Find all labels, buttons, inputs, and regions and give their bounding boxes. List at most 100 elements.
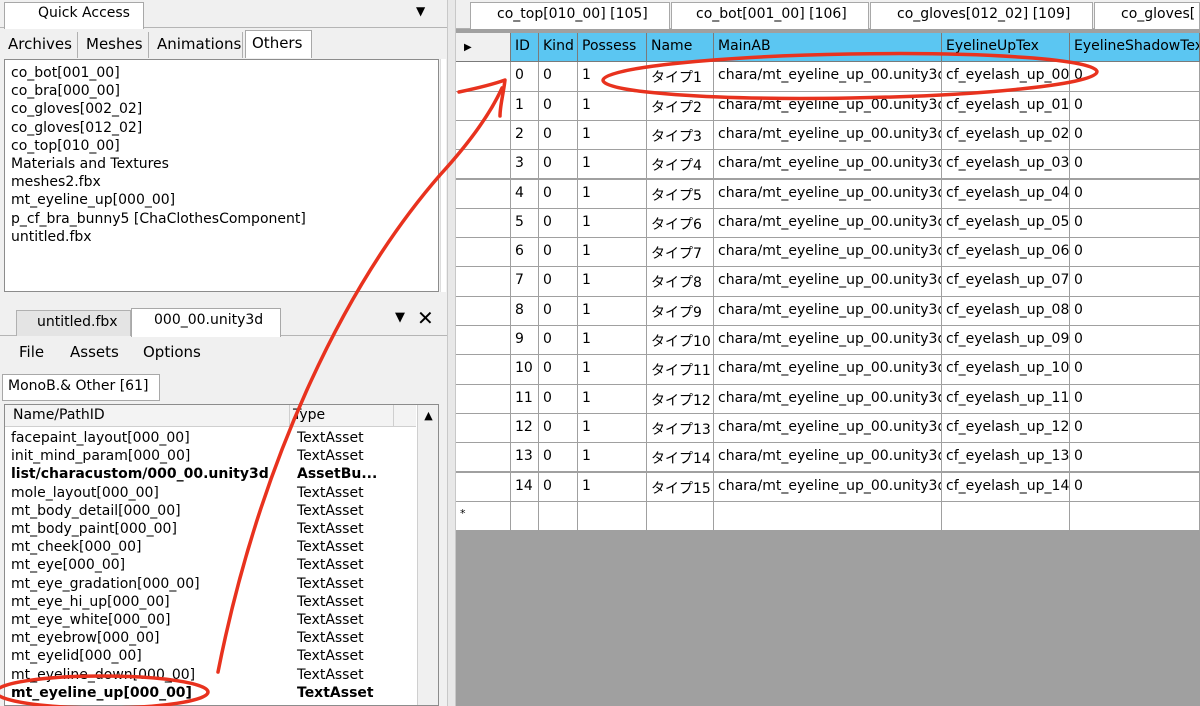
- grid-cell[interactable]: 13: [511, 443, 539, 473]
- quick-access-item[interactable]: Materials and Textures: [11, 155, 438, 173]
- quick-access-item[interactable]: co_top[010_00]: [11, 137, 438, 155]
- grid-row-header[interactable]: [456, 413, 511, 444]
- grid-cell[interactable]: 0: [1070, 91, 1200, 121]
- grid-cell[interactable]: 1: [578, 62, 647, 92]
- column-header-name[interactable]: Name/PathID: [13, 407, 105, 423]
- grid-cell[interactable]: chara/mt_eyeline_up_00.unity3d: [714, 384, 942, 414]
- grid-cell[interactable]: 5: [511, 208, 539, 239]
- grid-cell[interactable]: 12: [511, 413, 539, 444]
- grid-cell[interactable]: 0: [539, 443, 578, 473]
- grid-cell[interactable]: 0: [539, 326, 578, 356]
- grid-cell[interactable]: 1: [578, 384, 647, 414]
- quick-access-scrollbar[interactable]: [440, 59, 446, 292]
- tab-animations[interactable]: Animations: [151, 32, 243, 58]
- grid-cell[interactable]: 0: [539, 384, 578, 414]
- quick-access-item[interactable]: mt_eyeline_up[000_00]: [11, 191, 438, 209]
- grid-column-header[interactable]: ID: [511, 33, 539, 63]
- grid-cell[interactable]: タイプ8: [647, 267, 714, 297]
- grid-row-header[interactable]: [456, 62, 511, 92]
- grid-cell[interactable]: 0: [539, 267, 578, 297]
- tab-meshes[interactable]: Meshes: [80, 32, 149, 58]
- asset-row[interactable]: facepaint_layout[000_00] TextAsset: [5, 429, 416, 447]
- grid-cell[interactable]: 11: [511, 384, 539, 414]
- grid-cell[interactable]: 1: [578, 179, 647, 209]
- quick-access-item[interactable]: co_gloves[002_02]: [11, 100, 438, 118]
- grid-cell[interactable]: chara/mt_eyeline_up_00.unity3d: [714, 179, 942, 209]
- tab-co-gloves-more[interactable]: co_gloves[: [1094, 2, 1200, 29]
- grid-cell[interactable]: 0: [1070, 384, 1200, 414]
- grid-cell[interactable]: cf_eyelash_up_14: [942, 472, 1070, 502]
- grid-cell[interactable]: 1: [578, 472, 647, 502]
- asset-row[interactable]: list/characustom/000_00.unity3d AssetBu..…: [5, 465, 416, 483]
- grid-cell[interactable]: chara/mt_eyeline_up_00.unity3d: [714, 120, 942, 151]
- grid-cell[interactable]: cf_eyelash_up_04: [942, 179, 1070, 209]
- grid-new-row-cell[interactable]: [714, 501, 942, 532]
- grid-cell[interactable]: 9: [511, 326, 539, 356]
- asset-row[interactable]: mt_eye_white[000_00] TextAsset: [5, 611, 416, 629]
- grid-cell[interactable]: 0: [1070, 326, 1200, 356]
- asset-row[interactable]: mt_eye_hi_up[000_00] TextAsset: [5, 593, 416, 611]
- grid-cell[interactable]: cf_eyelash_up_09: [942, 326, 1070, 356]
- grid-cell[interactable]: chara/mt_eyeline_up_00.unity3d: [714, 238, 942, 268]
- grid-column-header[interactable]: Kind: [539, 33, 578, 63]
- grid-new-row-cell[interactable]: [1070, 501, 1200, 532]
- asset-row[interactable]: mt_eye_gradation[000_00] TextAsset: [5, 575, 416, 593]
- grid-cell[interactable]: 0: [539, 208, 578, 239]
- asset-row[interactable]: mt_body_paint[000_00] TextAsset: [5, 520, 416, 538]
- grid-column-header[interactable]: Possess: [578, 33, 647, 63]
- grid-cell[interactable]: chara/mt_eyeline_up_00.unity3d: [714, 443, 942, 473]
- grid-cell[interactable]: cf_eyelash_up_02: [942, 120, 1070, 151]
- close-icon[interactable]: ✕: [417, 306, 434, 330]
- asset-row[interactable]: mt_eyebrow[000_00] TextAsset: [5, 629, 416, 647]
- grid-cell[interactable]: cf_eyelash_up_10: [942, 355, 1070, 385]
- asset-row[interactable]: mt_body_detail[000_00] TextAsset: [5, 502, 416, 520]
- asset-row[interactable]: init_mind_param[000_00] TextAsset: [5, 447, 416, 465]
- grid-cell[interactable]: タイプ11: [647, 355, 714, 385]
- grid-cell[interactable]: chara/mt_eyeline_up_00.unity3d: [714, 413, 942, 444]
- grid-new-row-cell[interactable]: [511, 501, 539, 532]
- grid-new-row-cell[interactable]: [578, 501, 647, 532]
- grid-cell[interactable]: 0: [511, 62, 539, 92]
- grid-cell[interactable]: 1: [578, 355, 647, 385]
- grid-column-header[interactable]: EyelineShadowTex: [1070, 33, 1200, 63]
- grid-row-header[interactable]: [456, 120, 511, 151]
- grid-cell[interactable]: cf_eyelash_up_11: [942, 384, 1070, 414]
- grid-cell[interactable]: 1: [578, 443, 647, 473]
- grid-cell[interactable]: 0: [1070, 355, 1200, 385]
- grid-row-header[interactable]: [456, 267, 511, 297]
- grid-cell[interactable]: 0: [539, 179, 578, 209]
- asset-row[interactable]: mt_eyeline_down[000_00] TextAsset: [5, 666, 416, 684]
- grid-cell[interactable]: chara/mt_eyeline_up_00.unity3d: [714, 472, 942, 502]
- grid-cell[interactable]: タイプ3: [647, 120, 714, 151]
- grid-row-header[interactable]: [456, 296, 511, 326]
- asset-row[interactable]: mt_cheek[000_00] TextAsset: [5, 538, 416, 556]
- grid-cell[interactable]: 14: [511, 472, 539, 502]
- grid-cell[interactable]: 0: [1070, 413, 1200, 444]
- grid-cell[interactable]: cf_eyelash_up_06: [942, 238, 1070, 268]
- grid-corner[interactable]: ▶: [456, 33, 511, 63]
- grid-cell[interactable]: タイプ5: [647, 179, 714, 209]
- tab-archives[interactable]: Archives: [2, 32, 78, 58]
- grid-cell[interactable]: cf_eyelash_up_03: [942, 150, 1070, 180]
- tab-co-bot[interactable]: co_bot[001_00] [106]: [671, 2, 869, 29]
- grid-row-header[interactable]: [456, 150, 511, 180]
- grid-cell[interactable]: 1: [511, 91, 539, 121]
- tab-others[interactable]: Others: [245, 30, 312, 58]
- grid-new-row-header[interactable]: *: [456, 501, 511, 532]
- grid-cell[interactable]: 1: [578, 238, 647, 268]
- grid-cell[interactable]: chara/mt_eyeline_up_00.unity3d: [714, 355, 942, 385]
- quick-access-item[interactable]: untitled.fbx: [11, 228, 438, 246]
- grid-cell[interactable]: 0: [1070, 150, 1200, 180]
- grid-cell[interactable]: cf_eyelash_up_00: [942, 62, 1070, 92]
- grid-row-header[interactable]: [456, 91, 511, 121]
- grid-cell[interactable]: cf_eyelash_up_07: [942, 267, 1070, 297]
- grid-row-header[interactable]: [456, 179, 511, 209]
- grid-new-row-cell[interactable]: [942, 501, 1070, 532]
- grid-cell[interactable]: 0: [1070, 296, 1200, 326]
- quick-access-item[interactable]: meshes2.fbx: [11, 173, 438, 191]
- grid-cell[interactable]: 0: [539, 238, 578, 268]
- grid-cell[interactable]: タイプ12: [647, 384, 714, 414]
- grid-cell[interactable]: 1: [578, 120, 647, 151]
- tab-unity3d[interactable]: 000_00.unity3d: [131, 308, 281, 337]
- quick-access-item[interactable]: p_cf_bra_bunny5 [ChaClothesComponent]: [11, 210, 438, 228]
